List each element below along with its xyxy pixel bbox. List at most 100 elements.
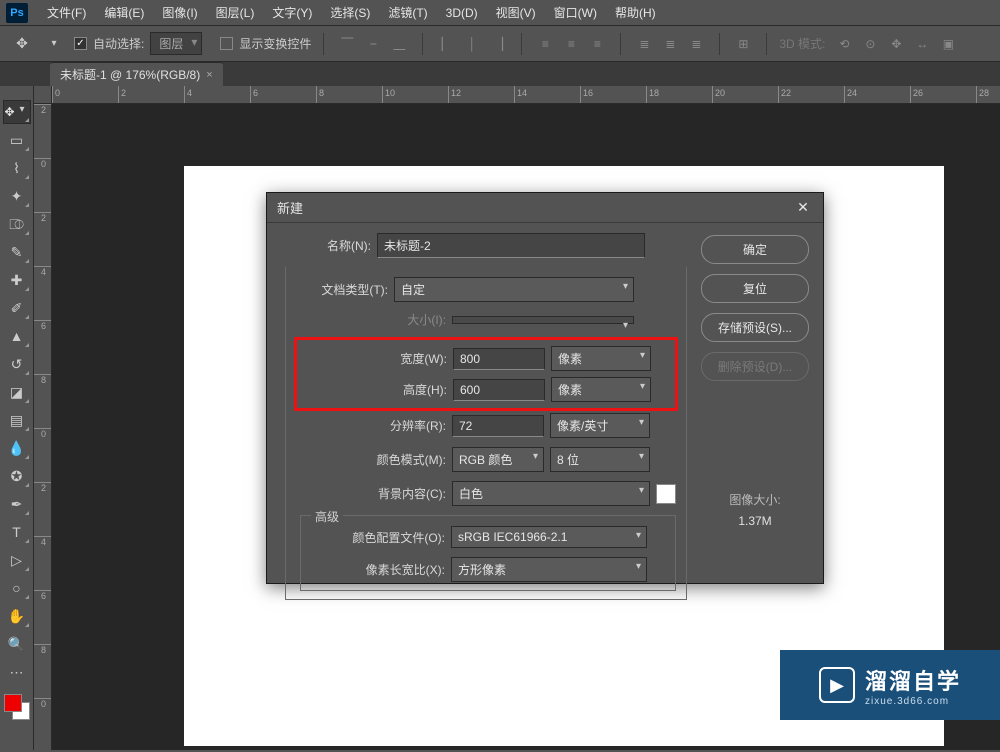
3d-slide-icon: ↔ [911,33,933,55]
tool-more[interactable]: ⋯ [4,660,30,684]
3d-mode-label: 3D 模式: [779,35,825,52]
tool-crop[interactable]: ⎄ [4,212,30,236]
tool-move[interactable]: ✥ [3,100,31,124]
aspect-label: 像素长宽比(X): [311,561,445,578]
menu-window[interactable]: 窗口(W) [545,4,606,21]
menu-file[interactable]: 文件(F) [38,4,95,21]
align-top-icon[interactable]: ⎺ [336,33,358,55]
width-input[interactable]: 800 [453,348,545,370]
tool-blur[interactable]: 💧 [4,436,30,460]
show-transform-label: 显示变换控件 [239,35,311,52]
tool-gradient[interactable]: ▤ [4,408,30,432]
tool-lasso[interactable]: ⌇ [4,156,30,180]
menu-view[interactable]: 视图(V) [487,4,545,21]
tool-shape[interactable]: ○ [4,576,30,600]
dialog-titlebar[interactable]: 新建 ✕ [267,193,823,223]
doctype-select[interactable]: 自定 [394,277,634,302]
ruler-vertical: 20 24 68 02 46 80 [34,104,52,750]
name-label: 名称(N): [281,237,371,254]
dist-hmid-icon[interactable]: ≣ [659,33,681,55]
tool-eraser[interactable]: ◪ [4,380,30,404]
tool-stamp[interactable]: ▲ [4,324,30,348]
doctype-label: 文档类型(T): [296,281,388,298]
save-preset-button[interactable]: 存储预设(S)... [701,313,809,342]
tool-pen[interactable]: ✒ [4,492,30,516]
tool-marquee[interactable]: ▭ [4,128,30,152]
menu-layer[interactable]: 图层(L) [207,4,264,21]
tool-healing[interactable]: ✚ [4,268,30,292]
aspect-select[interactable]: 方形像素 [451,557,647,582]
size-select[interactable] [452,316,634,324]
menu-select[interactable]: 选择(S) [321,4,379,21]
document-tab[interactable]: 未标题-1 @ 176%(RGB/8) × [50,62,223,86]
align-hmid-icon[interactable]: │ [461,33,483,55]
tool-zoom[interactable]: 🔍 [4,632,30,656]
submenu-icon[interactable]: ▾ [42,32,66,56]
dimensions-highlight: 宽度(W): 800 像素 高度(H): 600 像素 [294,337,678,411]
width-unit-select[interactable]: 像素 [551,346,651,371]
tool-brush[interactable]: ✐ [4,296,30,320]
dist-bottom-icon[interactable]: ≡ [586,33,608,55]
auto-select-target[interactable]: 图层 [150,32,202,55]
auto-select-checkbox[interactable]: ✓ [74,37,87,50]
watermark: ▶ 溜溜自学 zixue.3d66.com [780,650,1000,720]
3d-camera-icon: ▣ [937,33,959,55]
color-swatches[interactable] [4,694,30,720]
tool-hand[interactable]: ✋ [4,604,30,628]
size-label: 大小(I): [296,311,446,328]
3d-orbit-icon: ⟲ [833,33,855,55]
ok-button[interactable]: 确定 [701,235,809,264]
dist-left-icon[interactable]: ≣ [633,33,655,55]
colormode-label: 颜色模式(M): [296,451,446,468]
tool-dodge[interactable]: ✪ [4,464,30,488]
profile-select[interactable]: sRGB IEC61966-2.1 [451,526,647,548]
auto-align-icon[interactable]: ⊞ [732,33,754,55]
advanced-label: 高级 [311,508,343,525]
height-input[interactable]: 600 [453,379,545,401]
align-left-icon[interactable]: ▏ [435,33,457,55]
align-right-icon[interactable]: ▕ [487,33,509,55]
resolution-input[interactable]: 72 [452,415,544,437]
colormode-select[interactable]: RGB 颜色 [452,447,544,472]
colordepth-select[interactable]: 8 位 [550,447,650,472]
menu-3d[interactable]: 3D(D) [437,6,487,20]
toolbox: ✥ ▭ ⌇ ✦ ⎄ ✎ ✚ ✐ ▲ ↺ ◪ ▤ 💧 ✪ ✒ T ▷ ○ ✋ 🔍 … [0,86,34,750]
dist-right-icon[interactable]: ≣ [685,33,707,55]
tool-path[interactable]: ▷ [4,548,30,572]
bgcontent-swatch[interactable] [656,484,676,504]
imagesize-value: 1.37M [701,514,809,528]
foreground-color[interactable] [4,694,22,712]
name-input[interactable]: 未标题-2 [377,233,645,258]
watermark-url: zixue.3d66.com [865,696,949,707]
menu-edit[interactable]: 编辑(E) [95,4,153,21]
align-vmid-icon[interactable]: ⎯ [362,33,384,55]
resolution-label: 分辨率(R): [296,417,446,434]
advanced-group: 高级 颜色配置文件(O): sRGB IEC61966-2.1 像素长宽比(X)… [300,515,676,591]
align-bottom-icon[interactable]: ⎽ [388,33,410,55]
dist-top-icon[interactable]: ≡ [534,33,556,55]
move-tool-icon[interactable]: ✥ [10,32,34,56]
tool-magicwand[interactable]: ✦ [4,184,30,208]
watermark-title: 溜溜自学 [865,664,961,696]
resolution-unit-select[interactable]: 像素/英寸 [550,413,650,438]
tool-eyedropper[interactable]: ✎ [4,240,30,264]
tool-type[interactable]: T [4,520,30,544]
menu-type[interactable]: 文字(Y) [263,4,321,21]
3d-roll-icon: ⊙ [859,33,881,55]
document-tab-bar: 未标题-1 @ 176%(RGB/8) × [0,62,1000,86]
new-document-dialog: 新建 ✕ 名称(N): 未标题-2 文档类型(T): 自定 大小(I): 宽度 [266,192,824,584]
imagesize-label: 图像大小: [701,491,809,508]
dialog-close-button[interactable]: ✕ [793,198,813,218]
reset-button[interactable]: 复位 [701,274,809,303]
menu-help[interactable]: 帮助(H) [606,4,665,21]
show-transform-checkbox[interactable] [220,37,233,50]
height-unit-select[interactable]: 像素 [551,377,651,402]
document-settings-group: 文档类型(T): 自定 大小(I): 宽度(W): 800 像素 高度(H): [285,267,687,600]
menu-filter[interactable]: 滤镜(T) [379,4,436,21]
tool-history[interactable]: ↺ [4,352,30,376]
tab-close-icon[interactable]: × [206,69,212,81]
options-bar: ✥ ▾ ✓ 自动选择: 图层 显示变换控件 ⎺ ⎯ ⎽ ▏ │ ▕ ≡ ≡ ≡ … [0,26,1000,62]
bgcontent-select[interactable]: 白色 [452,481,650,506]
menu-image[interactable]: 图像(I) [153,4,206,21]
dist-vmid-icon[interactable]: ≡ [560,33,582,55]
